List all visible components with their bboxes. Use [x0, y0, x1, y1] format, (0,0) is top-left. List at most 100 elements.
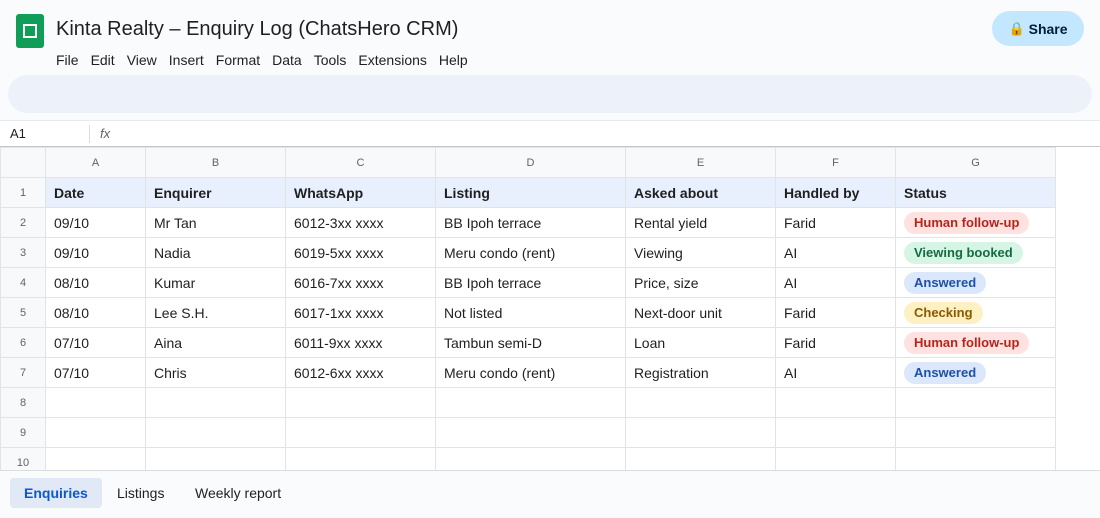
cell-whatsapp[interactable]: 6012-6xx xxxx — [285, 357, 436, 388]
column-header-a[interactable]: A — [45, 147, 146, 178]
row-header[interactable]: 8 — [0, 387, 46, 418]
share-button[interactable]: 🔒 Share — [992, 11, 1084, 46]
empty-cell[interactable] — [45, 447, 146, 470]
row-header[interactable]: 6 — [0, 327, 46, 358]
menu-tools[interactable]: Tools — [314, 51, 359, 69]
cell-enquirer[interactable]: Chris — [145, 357, 286, 388]
header-cell-listing[interactable]: Listing — [435, 177, 626, 208]
cell-asked-about[interactable]: Price, size — [625, 267, 776, 298]
header-cell-date[interactable]: Date — [45, 177, 146, 208]
row-header[interactable]: 9 — [0, 417, 46, 448]
cell-listing[interactable]: Tambun semi-D — [435, 327, 626, 358]
cell-listing[interactable]: Meru condo (rent) — [435, 237, 626, 268]
cell-status[interactable]: Checking — [895, 297, 1056, 328]
header-cell-whatsapp[interactable]: WhatsApp — [285, 177, 436, 208]
empty-cell[interactable] — [895, 417, 1056, 448]
empty-cell[interactable] — [625, 417, 776, 448]
spreadsheet-grid[interactable]: A B C D E F G 1 Date Enquirer WhatsApp L… — [0, 146, 1100, 470]
menu-help[interactable]: Help — [439, 51, 480, 69]
cell-asked-about[interactable]: Viewing — [625, 237, 776, 268]
menu-insert[interactable]: Insert — [169, 51, 216, 69]
tab-enquiries[interactable]: Enquiries — [10, 478, 102, 508]
cell-whatsapp[interactable]: 6012-3xx xxxx — [285, 207, 436, 238]
row-header[interactable]: 3 — [0, 237, 46, 268]
empty-cell[interactable] — [45, 417, 146, 448]
cell-whatsapp[interactable]: 6019-5xx xxxx — [285, 237, 436, 268]
cell-date[interactable]: 07/10 — [45, 357, 146, 388]
name-box[interactable]: A1 — [10, 126, 26, 141]
empty-cell[interactable] — [625, 447, 776, 470]
column-header-e[interactable]: E — [625, 147, 776, 178]
cell-date[interactable]: 07/10 — [45, 327, 146, 358]
cell-handled-by[interactable]: Farid — [775, 207, 896, 238]
cell-handled-by[interactable]: AI — [775, 237, 896, 268]
cell-whatsapp[interactable]: 6011-9xx xxxx — [285, 327, 436, 358]
menu-view[interactable]: View — [127, 51, 169, 69]
header-cell-handled-by[interactable]: Handled by — [775, 177, 896, 208]
cell-listing[interactable]: Not listed — [435, 297, 626, 328]
empty-cell[interactable] — [775, 417, 896, 448]
empty-cell[interactable] — [775, 387, 896, 418]
cell-enquirer[interactable]: Nadia — [145, 237, 286, 268]
document-title[interactable]: Kinta Realty – Enquiry Log (ChatsHero CR… — [56, 16, 458, 42]
empty-cell[interactable] — [145, 447, 286, 470]
row-header[interactable]: 5 — [0, 297, 46, 328]
column-header-g[interactable]: G — [895, 147, 1056, 178]
menu-edit[interactable]: Edit — [91, 51, 127, 69]
header-cell-enquirer[interactable]: Enquirer — [145, 177, 286, 208]
column-header-b[interactable]: B — [145, 147, 286, 178]
cell-listing[interactable]: BB Ipoh terrace — [435, 207, 626, 238]
row-header[interactable]: 4 — [0, 267, 46, 298]
menu-format[interactable]: Format — [216, 51, 272, 69]
empty-cell[interactable] — [285, 417, 436, 448]
cell-enquirer[interactable]: Aina — [145, 327, 286, 358]
row-header[interactable]: 2 — [0, 207, 46, 238]
cell-date[interactable]: 08/10 — [45, 267, 146, 298]
row-header[interactable]: 10 — [0, 447, 46, 470]
cell-asked-about[interactable]: Registration — [625, 357, 776, 388]
cell-date[interactable]: 09/10 — [45, 237, 146, 268]
empty-cell[interactable] — [285, 447, 436, 470]
cell-listing[interactable]: Meru condo (rent) — [435, 357, 626, 388]
empty-cell[interactable] — [895, 387, 1056, 418]
empty-cell[interactable] — [625, 387, 776, 418]
column-header-c[interactable]: C — [285, 147, 436, 178]
sheets-logo-icon[interactable] — [16, 14, 44, 48]
column-header-d[interactable]: D — [435, 147, 626, 178]
cell-enquirer[interactable]: Mr Tan — [145, 207, 286, 238]
empty-cell[interactable] — [775, 447, 896, 470]
empty-cell[interactable] — [145, 387, 286, 418]
cell-status[interactable]: Human follow-up — [895, 327, 1056, 358]
cell-status[interactable]: Answered — [895, 357, 1056, 388]
menu-file[interactable]: File — [56, 51, 91, 69]
cell-handled-by[interactable]: AI — [775, 357, 896, 388]
select-all-corner[interactable] — [0, 147, 46, 178]
cell-status[interactable]: Viewing booked — [895, 237, 1056, 268]
menu-data[interactable]: Data — [272, 51, 314, 69]
empty-cell[interactable] — [435, 447, 626, 470]
cell-asked-about[interactable]: Rental yield — [625, 207, 776, 238]
cell-date[interactable]: 09/10 — [45, 207, 146, 238]
cell-status[interactable]: Human follow-up — [895, 207, 1056, 238]
cell-handled-by[interactable]: Farid — [775, 297, 896, 328]
header-cell-status[interactable]: Status — [895, 177, 1056, 208]
row-header[interactable]: 7 — [0, 357, 46, 388]
cell-whatsapp[interactable]: 6017-1xx xxxx — [285, 297, 436, 328]
cell-asked-about[interactable]: Next-door unit — [625, 297, 776, 328]
cell-status[interactable]: Answered — [895, 267, 1056, 298]
cell-date[interactable]: 08/10 — [45, 297, 146, 328]
header-cell-asked-about[interactable]: Asked about — [625, 177, 776, 208]
empty-cell[interactable] — [435, 387, 626, 418]
empty-cell[interactable] — [895, 447, 1056, 470]
empty-cell[interactable] — [45, 387, 146, 418]
cell-enquirer[interactable]: Lee S.H. — [145, 297, 286, 328]
cell-whatsapp[interactable]: 6016-7xx xxxx — [285, 267, 436, 298]
tab-listings[interactable]: Listings — [103, 478, 178, 508]
cell-enquirer[interactable]: Kumar — [145, 267, 286, 298]
cell-handled-by[interactable]: Farid — [775, 327, 896, 358]
column-header-f[interactable]: F — [775, 147, 896, 178]
empty-cell[interactable] — [435, 417, 626, 448]
cell-asked-about[interactable]: Loan — [625, 327, 776, 358]
cell-listing[interactable]: BB Ipoh terrace — [435, 267, 626, 298]
row-header[interactable]: 1 — [0, 177, 46, 208]
